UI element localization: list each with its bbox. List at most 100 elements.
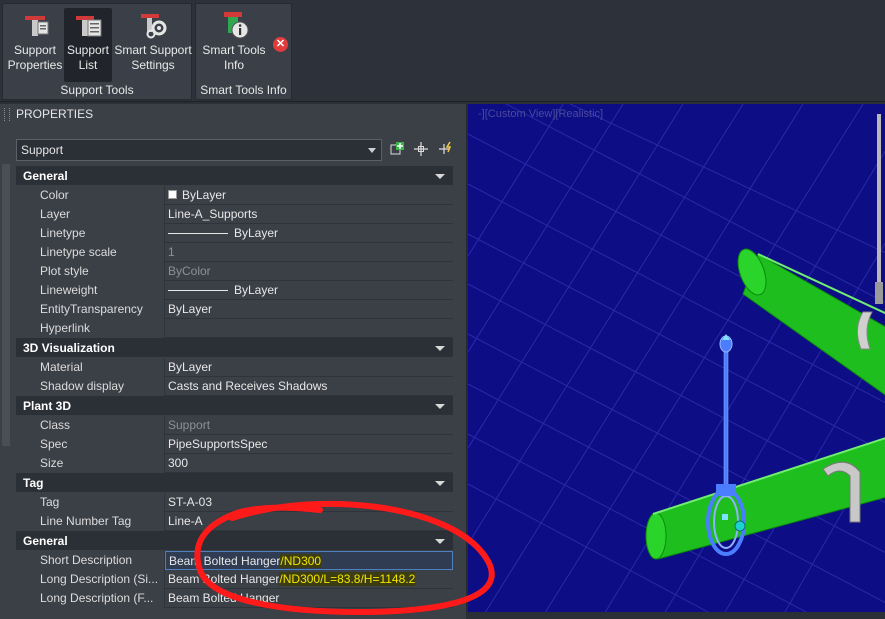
property-value[interactable]: 1: [165, 243, 453, 262]
property-value[interactable]: ByLayer: [165, 358, 453, 377]
properties-palette: PROPERTIES Support General Color ByLayer: [0, 104, 466, 619]
property-label: Linetype: [16, 224, 165, 243]
property-row-color[interactable]: Color ByLayer: [16, 186, 453, 205]
lineweight-value: ByLayer: [234, 283, 279, 297]
category-plant-3d[interactable]: Plant 3D: [16, 396, 453, 416]
property-label: Spec: [16, 435, 165, 454]
property-row-long-description-single[interactable]: Long Description (Si... Beam Bolted Hang…: [16, 570, 453, 589]
linetype-sample: [168, 233, 228, 235]
properties-header[interactable]: PROPERTIES: [0, 104, 466, 125]
property-row-linetype-scale[interactable]: Linetype scale 1: [16, 243, 453, 262]
select-objects-icon[interactable]: [412, 141, 430, 159]
toggle-pickadd-icon[interactable]: [437, 141, 455, 159]
close-icon[interactable]: ✕: [273, 37, 288, 52]
property-label: Class: [16, 416, 165, 435]
property-value[interactable]: [165, 319, 453, 338]
smart-tools-info-button[interactable]: Smart Tools Info: [198, 8, 270, 82]
properties-title: PROPERTIES: [16, 107, 94, 121]
property-row-long-description-family[interactable]: Long Description (F... Beam Bolted Hange…: [16, 589, 453, 608]
property-row-class[interactable]: Class Support: [16, 416, 453, 435]
property-label: EntityTransparency: [16, 300, 165, 319]
category-general-descriptions[interactable]: General: [16, 531, 453, 551]
color-value: ByLayer: [182, 188, 227, 202]
chevron-down-icon[interactable]: [435, 174, 445, 179]
property-row-linetype[interactable]: Linetype ByLayer: [16, 224, 453, 243]
property-list: General Color ByLayer Layer Line-A_Suppo…: [15, 166, 453, 608]
property-label: Plot style: [16, 262, 165, 281]
property-row-entity-transparency[interactable]: EntityTransparency ByLayer: [16, 300, 453, 319]
property-value[interactable]: Beam Bolted Hanger/ND300: [165, 551, 453, 570]
property-label: Color: [16, 186, 165, 205]
description-base: Beam Bolted Hanger: [168, 572, 280, 586]
property-value[interactable]: Beam Bolted Hanger/ND300/L=83.8/H=1148.2: [165, 570, 453, 589]
rod-upper-nut: [875, 282, 883, 304]
chevron-down-icon[interactable]: [435, 404, 445, 409]
support-properties-label-1: Support: [13, 43, 57, 57]
support-properties-button[interactable]: Support Properties: [6, 8, 64, 82]
property-label: Long Description (Si...: [16, 570, 165, 589]
chevron-down-icon[interactable]: [435, 346, 445, 351]
property-row-material[interactable]: Material ByLayer: [16, 358, 453, 377]
property-row-line-number-tag[interactable]: ⚡ Line Number Tag Line-A: [15, 512, 453, 531]
property-row-spec[interactable]: Spec PipeSupportsSpec: [16, 435, 453, 454]
property-row-size[interactable]: Size 300: [16, 454, 453, 473]
property-row-shadow-display[interactable]: Shadow display Casts and Receives Shadow…: [16, 377, 453, 396]
property-label: Tag: [16, 493, 165, 512]
smart-tools-info-label-1: Smart Tools: [202, 43, 266, 57]
category-3d-visualization[interactable]: 3D Visualization: [16, 338, 453, 358]
property-row-tag[interactable]: Tag ST-A-03: [16, 493, 453, 512]
smart-tools-info-icon: [224, 12, 249, 39]
property-label: Short Description: [16, 551, 165, 570]
category-general[interactable]: General: [16, 166, 453, 186]
property-label: Lineweight: [16, 281, 165, 300]
model-viewport[interactable]: -][Custom View][Realistic]: [466, 104, 885, 612]
property-value[interactable]: Support: [165, 416, 453, 435]
property-value[interactable]: ByLayer: [165, 300, 453, 319]
smart-support-settings-label-1: Smart Support: [114, 43, 192, 57]
support-tools-panel: Support Properties Support List Smart Su…: [2, 3, 192, 100]
chevron-down-icon[interactable]: [435, 539, 445, 544]
category-label: 3D Visualization: [23, 341, 115, 355]
property-row-hyperlink[interactable]: Hyperlink: [16, 319, 453, 338]
category-tag[interactable]: Tag: [16, 473, 453, 493]
palette-scrollbar[interactable]: [2, 164, 10, 446]
palette-grip-icon[interactable]: [4, 108, 10, 121]
property-value[interactable]: ByLayer: [165, 186, 453, 205]
smart-tools-info-panel: Smart Tools Info ✕ Smart Tools Info: [195, 3, 292, 100]
object-type-dropdown[interactable]: Support: [16, 139, 382, 161]
property-value[interactable]: Beam Bolted Hanger: [165, 589, 453, 608]
support-properties-label-2: Properties: [7, 58, 63, 72]
property-row-plot-style[interactable]: Plot style ByColor: [16, 262, 453, 281]
property-row-short-description[interactable]: Short Description Beam Bolted Hanger/ND3…: [16, 551, 453, 570]
property-value[interactable]: Line-A_Supports: [165, 205, 453, 224]
property-value[interactable]: ByColor: [165, 262, 453, 281]
linetype-value: ByLayer: [234, 226, 279, 240]
property-value[interactable]: 300: [165, 454, 453, 473]
lineweight-sample: [168, 290, 228, 292]
viewport-label[interactable]: -][Custom View][Realistic]: [478, 108, 603, 120]
property-value[interactable]: ST-A-03: [165, 493, 453, 512]
property-label: Shadow display: [16, 377, 165, 396]
chevron-down-icon: [368, 148, 376, 153]
property-value[interactable]: ByLayer: [165, 281, 453, 300]
description-suffix: /ND300/L=83.8/H=1148.2: [279, 572, 416, 586]
property-label: Material: [16, 358, 165, 377]
support-list-button[interactable]: Support List: [64, 8, 112, 82]
property-row-layer[interactable]: Layer Line-A_Supports: [16, 205, 453, 224]
property-label: Hyperlink: [16, 319, 165, 338]
property-label: Long Description (F...: [16, 589, 165, 608]
property-value[interactable]: Line-A: [165, 512, 453, 531]
property-label: Size: [16, 454, 165, 473]
chevron-down-icon[interactable]: [435, 481, 445, 486]
quick-select-icon[interactable]: [389, 141, 407, 159]
rod-upper: [877, 114, 881, 284]
object-type-value: Support: [21, 143, 64, 157]
property-value[interactable]: PipeSupportsSpec: [165, 435, 453, 454]
property-value[interactable]: ByLayer: [165, 224, 453, 243]
support-tools-panel-title: Support Tools: [60, 83, 134, 97]
smart-support-settings-button[interactable]: Smart Support Settings: [113, 8, 193, 82]
property-row-lineweight[interactable]: Lineweight ByLayer: [16, 281, 453, 300]
property-value[interactable]: Casts and Receives Shadows: [165, 377, 453, 396]
category-label: General: [23, 534, 68, 548]
description-suffix: /ND300: [280, 554, 322, 568]
